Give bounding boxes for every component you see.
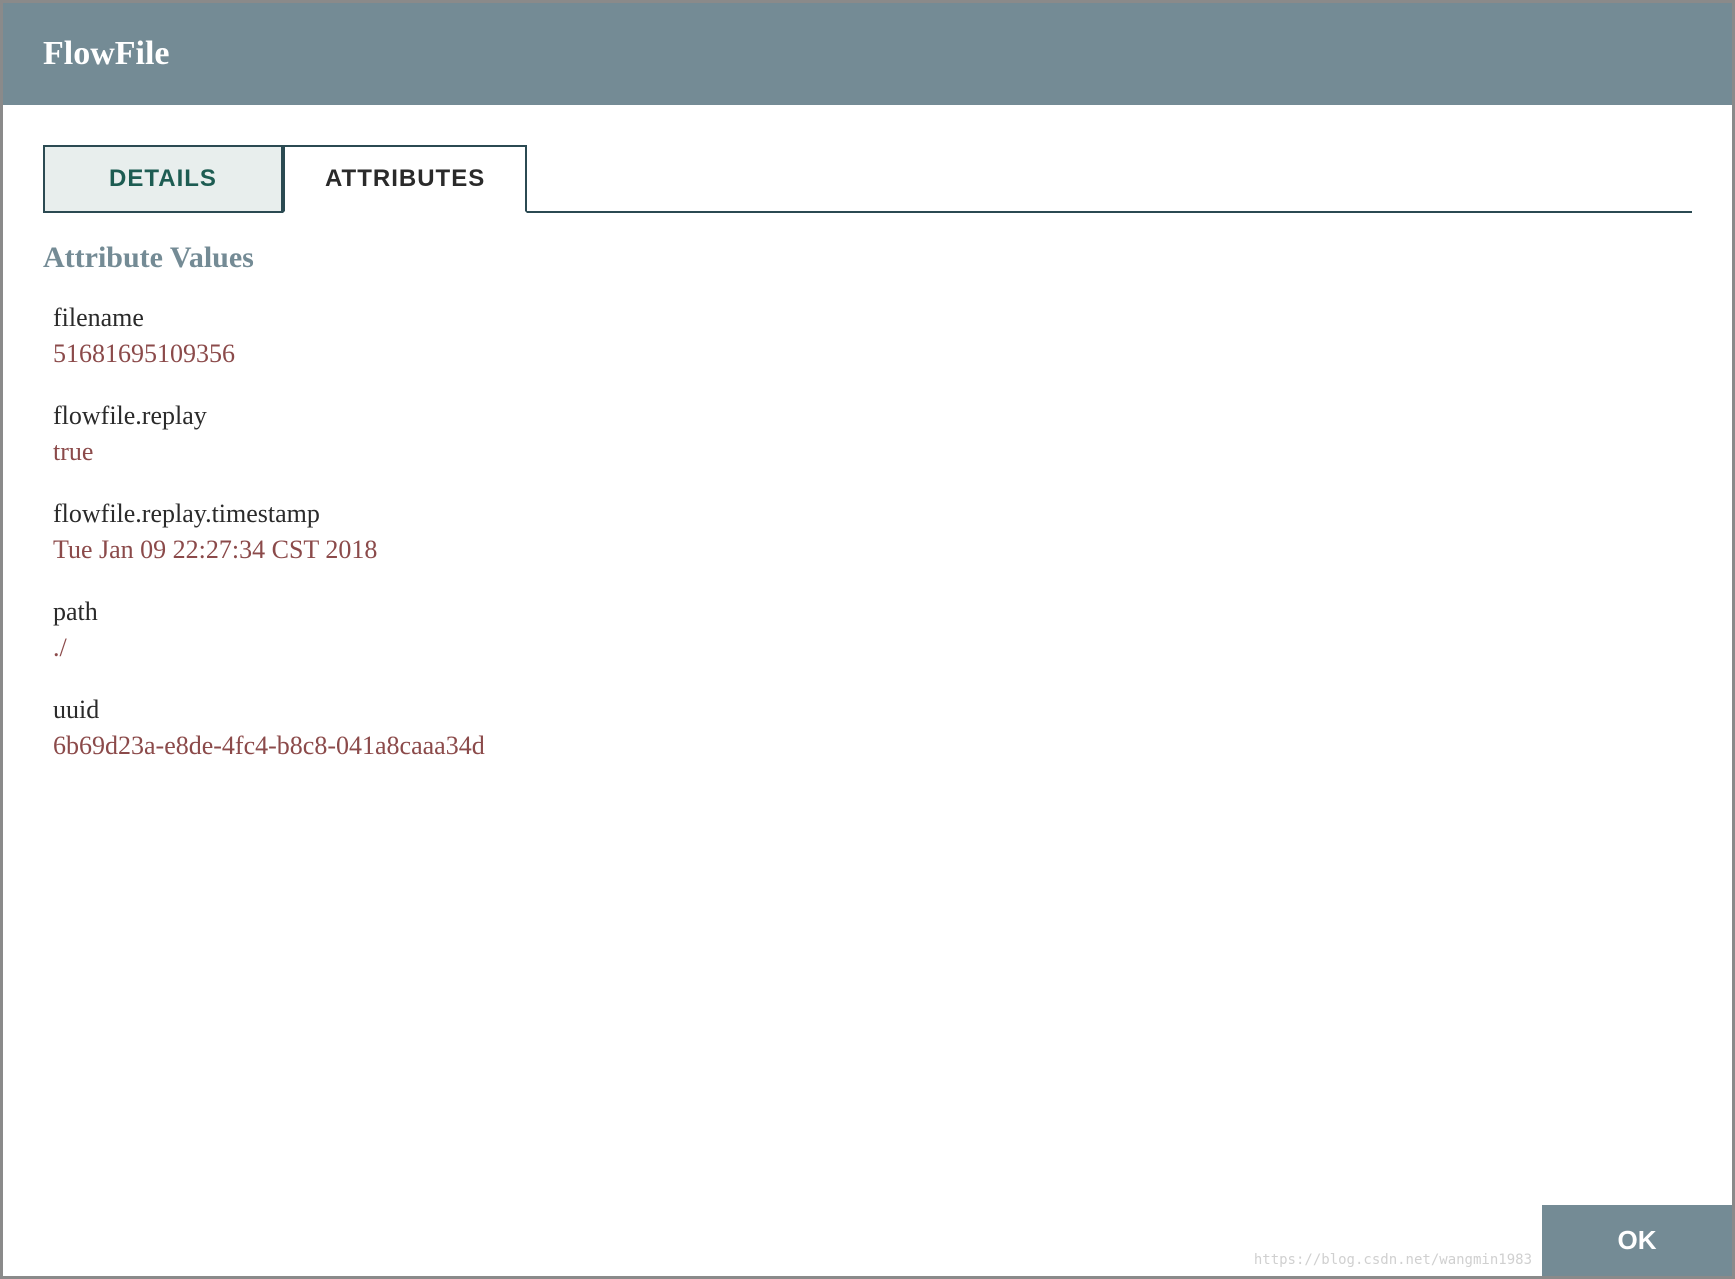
dialog-content: DETAILS ATTRIBUTES Attribute Values file… bbox=[3, 105, 1732, 1205]
attribute-name: flowfile.replay bbox=[53, 401, 1692, 431]
attribute-list: filename 51681695109356 flowfile.replay … bbox=[43, 303, 1692, 761]
attribute-item: path ./ bbox=[53, 597, 1692, 663]
watermark: https://blog.csdn.net/wangmin1983 bbox=[1254, 1252, 1532, 1268]
attribute-value: 6b69d23a-e8de-4fc4-b8c8-041a8caaa34d bbox=[53, 731, 1692, 761]
attribute-name: path bbox=[53, 597, 1692, 627]
attribute-value: true bbox=[53, 437, 1692, 467]
tabs-container: DETAILS ATTRIBUTES bbox=[43, 145, 1692, 213]
attribute-value: 51681695109356 bbox=[53, 339, 1692, 369]
attribute-value: Tue Jan 09 22:27:34 CST 2018 bbox=[53, 535, 1692, 565]
attribute-item: uuid 6b69d23a-e8de-4fc4-b8c8-041a8caaa34… bbox=[53, 695, 1692, 761]
tab-details[interactable]: DETAILS bbox=[43, 145, 283, 211]
attribute-value: ./ bbox=[53, 633, 1692, 663]
attribute-item: flowfile.replay true bbox=[53, 401, 1692, 467]
attribute-item: flowfile.replay.timestamp Tue Jan 09 22:… bbox=[53, 499, 1692, 565]
dialog-header: FlowFile bbox=[3, 3, 1732, 105]
dialog-title: FlowFile bbox=[43, 35, 1692, 73]
attribute-item: filename 51681695109356 bbox=[53, 303, 1692, 369]
attribute-name: uuid bbox=[53, 695, 1692, 725]
tab-attributes[interactable]: ATTRIBUTES bbox=[283, 145, 527, 213]
attribute-name: filename bbox=[53, 303, 1692, 333]
section-title: Attribute Values bbox=[43, 241, 1692, 275]
attribute-name: flowfile.replay.timestamp bbox=[53, 499, 1692, 529]
ok-button[interactable]: OK bbox=[1542, 1205, 1732, 1276]
flowfile-dialog: FlowFile DETAILS ATTRIBUTES Attribute Va… bbox=[3, 3, 1732, 1276]
